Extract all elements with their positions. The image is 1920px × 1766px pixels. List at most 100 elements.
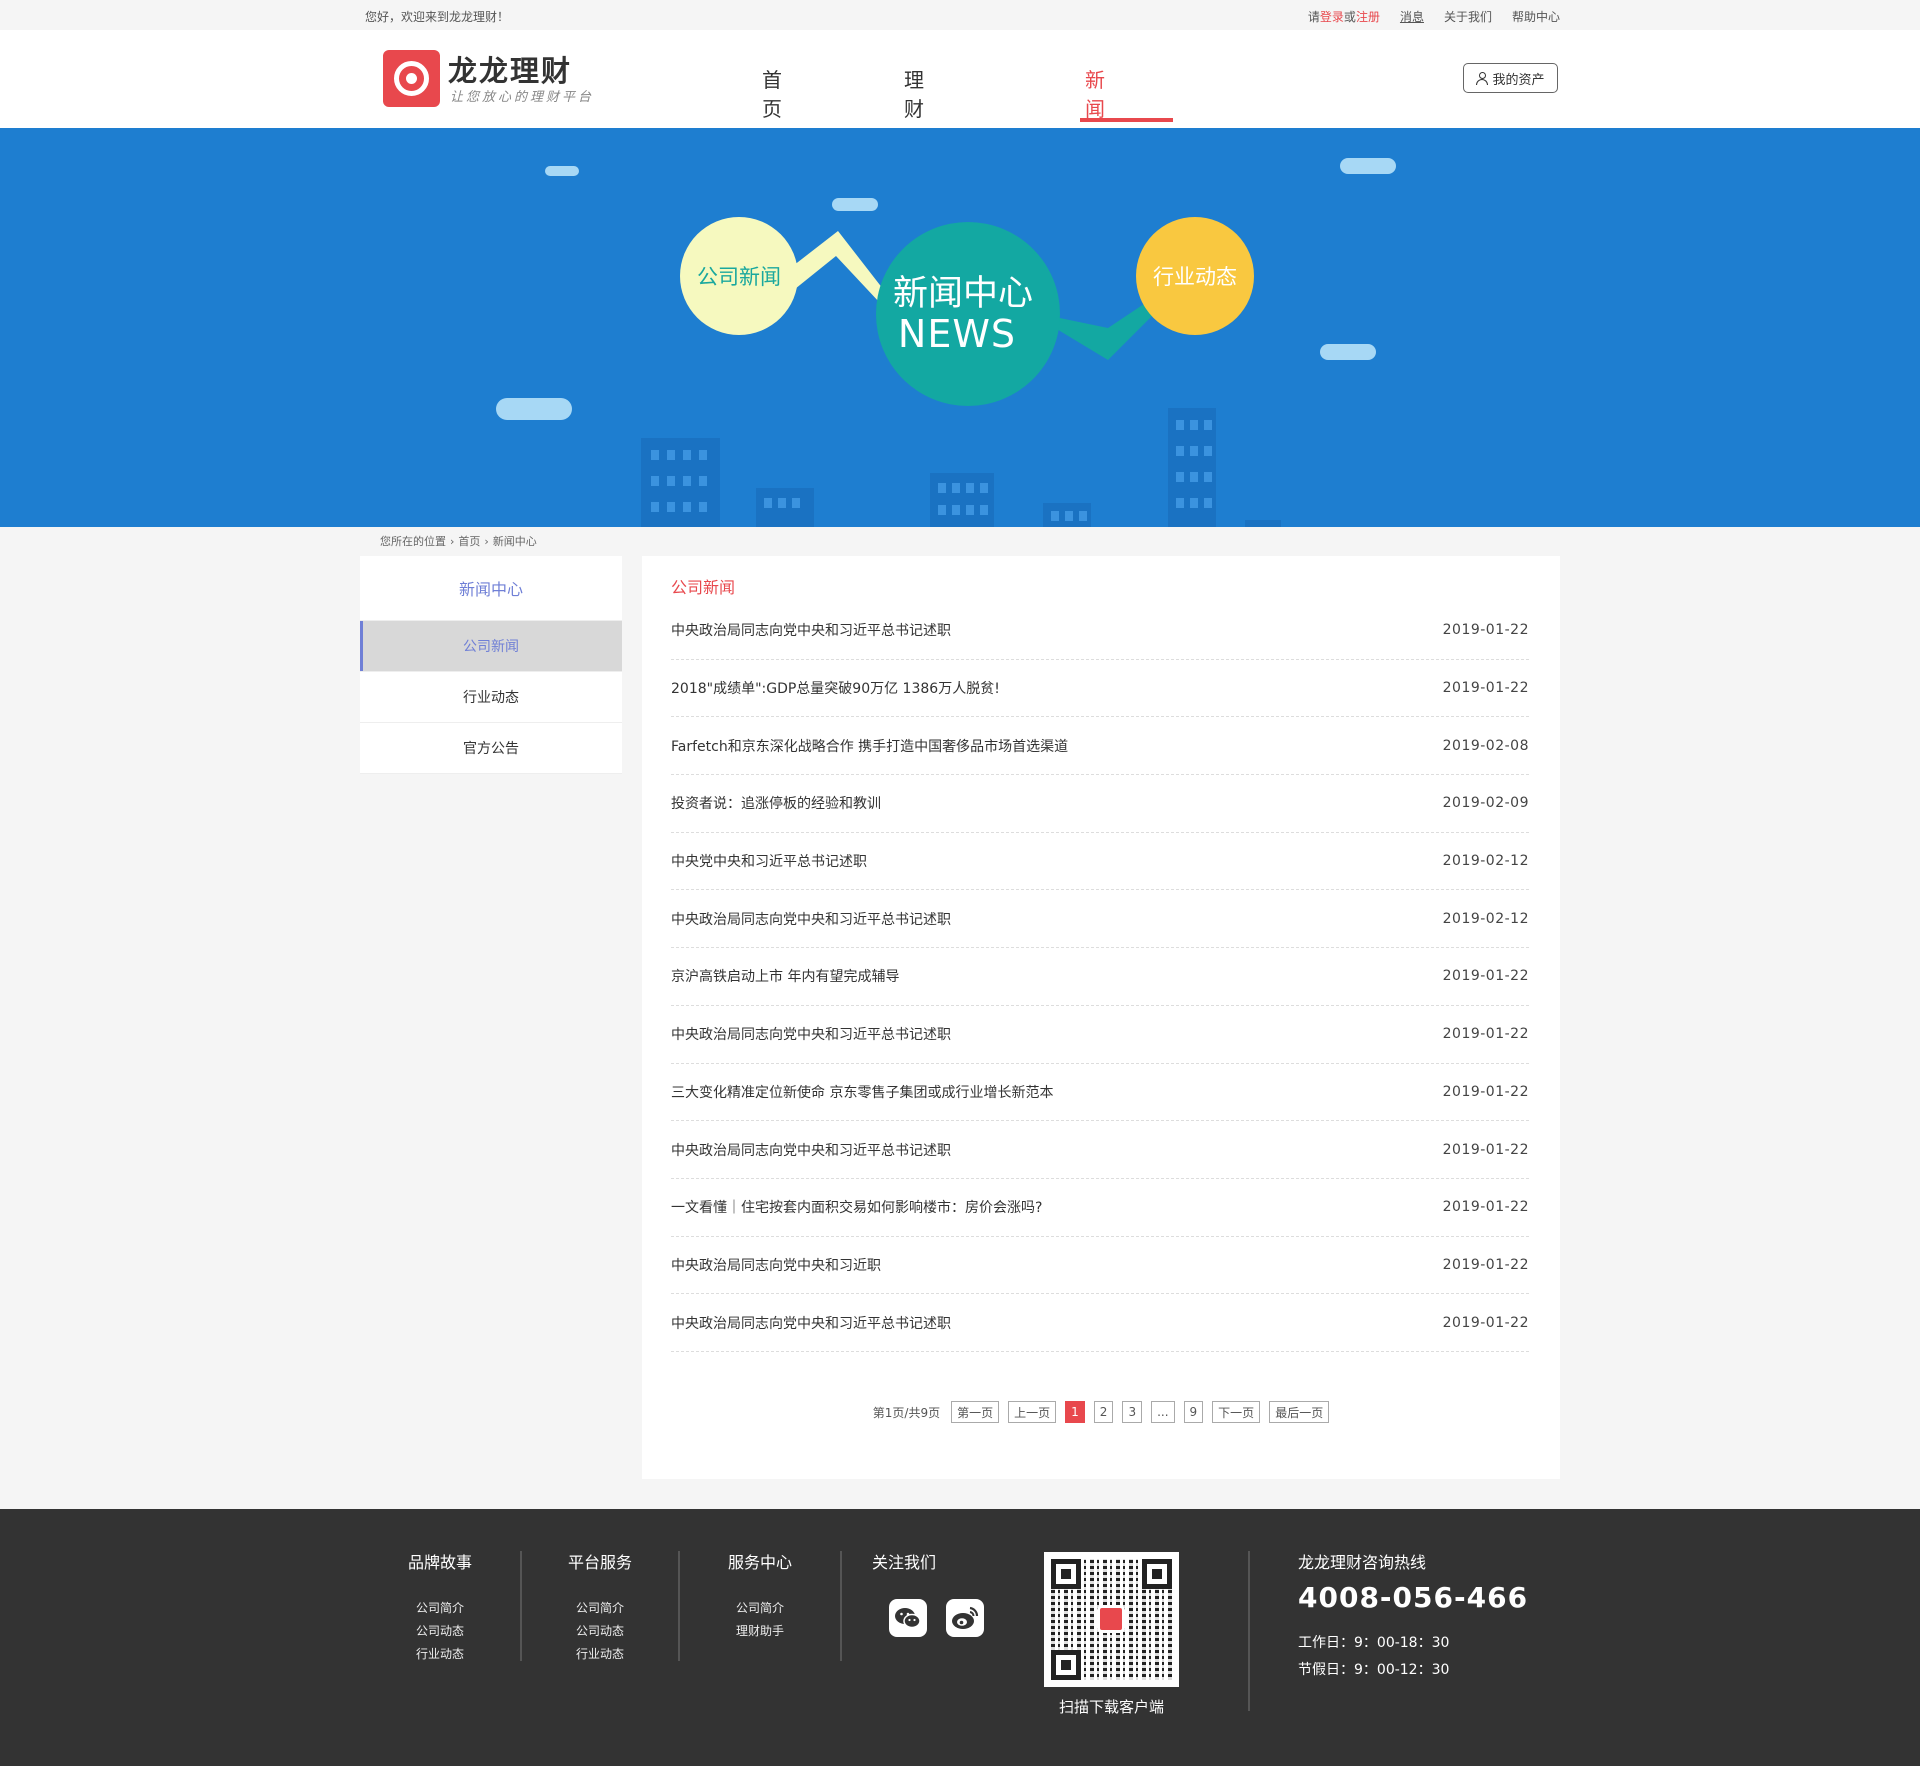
page-button-2[interactable]: 2	[1093, 1401, 1114, 1423]
nav-active-indicator	[1080, 118, 1173, 122]
news-date: 2019-02-12	[1442, 853, 1529, 870]
page-button-9[interactable]: 9	[1183, 1401, 1204, 1423]
footer-link[interactable]: 行业动态	[550, 1643, 650, 1666]
news-date: 2019-01-22	[1442, 1256, 1529, 1273]
news-date: 2019-01-22	[1442, 1026, 1529, 1043]
prev-page-button[interactable]: 上一页	[1008, 1401, 1057, 1423]
footer-link[interactable]: 公司简介	[710, 1597, 810, 1620]
sidebar: 新闻中心 公司新闻 行业动态 官方公告	[360, 556, 622, 774]
auth-links: 请登录或注册	[1308, 8, 1380, 25]
news-title[interactable]: 中央政治局同志向党中央和习近平总书记述职	[671, 1024, 951, 1044]
news-row[interactable]: 中央党中央和习近平总书记述职 2019-02-12	[671, 833, 1529, 891]
or-text: 或	[1343, 10, 1356, 24]
breadcrumb: 您所在的位置 › 首页 › 新闻中心	[380, 533, 537, 549]
news-center-title: 新闻中心	[892, 274, 1033, 314]
sidebar-item-company-news[interactable]: 公司新闻	[360, 621, 622, 672]
news-row[interactable]: 中央政治局同志向党中央和习近平总书记述职 2019-01-22	[671, 602, 1529, 660]
footer-col-platform: 平台服务 公司简介 公司动态 行业动态	[550, 1549, 650, 1666]
brand-name[interactable]: 龙龙理财	[448, 48, 572, 90]
news-title[interactable]: 中央政治局同志向党中央和习近职	[671, 1255, 881, 1275]
news-row[interactable]: 京沪高铁启动上市 年内有望完成辅导 2019-01-22	[671, 948, 1529, 1006]
qr-code	[1044, 1552, 1179, 1687]
news-row[interactable]: 三大变化精准定位新使命 京东零售子集团或成行业增长新范本 2019-01-22	[671, 1064, 1529, 1122]
news-title[interactable]: 京沪高铁启动上市 年内有望完成辅导	[671, 966, 899, 986]
news-row[interactable]: 一文看懂｜住宅按套内面积交易如何影响楼市：房价会涨吗? 2019-01-22	[671, 1179, 1529, 1237]
user-icon	[1476, 71, 1489, 85]
sidebar-item-announcements[interactable]: 官方公告	[360, 723, 622, 774]
footer-link[interactable]: 公司简介	[390, 1597, 490, 1620]
news-row[interactable]: 2018"成绩单":GDP总量突破90万亿 1386万人脱贫! 2019-01-2…	[671, 660, 1529, 718]
page-ellipsis: ...	[1151, 1401, 1175, 1423]
footer-link[interactable]: 公司动态	[390, 1620, 490, 1643]
page-button-3[interactable]: 3	[1122, 1401, 1143, 1423]
welcome-text: 您好，欢迎来到龙龙理财！	[365, 10, 510, 24]
footer-divider	[678, 1551, 680, 1661]
news-date: 2019-02-12	[1442, 910, 1529, 927]
sidebar-title: 新闻中心	[360, 556, 622, 621]
qr-caption: 扫描下载客户端	[1058, 1698, 1164, 1716]
page-button-1[interactable]: 1	[1065, 1401, 1085, 1423]
news-date: 2019-01-22	[1442, 968, 1529, 985]
news-date: 2019-02-09	[1442, 795, 1529, 812]
wechat-icon[interactable]	[889, 1599, 927, 1637]
top-links: 请登录或注册 消息 关于我们 帮助中心	[1308, 8, 1560, 25]
help-link[interactable]: 帮助中心	[1512, 8, 1560, 25]
next-page-button[interactable]: 下一页	[1212, 1401, 1261, 1423]
news-row[interactable]: 中央政治局同志向党中央和习近平总书记述职 2019-01-22	[671, 1294, 1529, 1352]
footer-col-follow: 关注我们	[872, 1549, 972, 1597]
hotline-number: 4008-056-466	[1298, 1581, 1529, 1614]
news-title[interactable]: 中央政治局同志向党中央和习近平总书记述职	[671, 1313, 951, 1333]
news-title[interactable]: 三大变化精准定位新使命 京东零售子集团或成行业增长新范本	[671, 1082, 1053, 1102]
news-title[interactable]: 2018"成绩单":GDP总量突破90万亿 1386万人脱贫!	[671, 678, 1000, 698]
nav-home[interactable]: 首页	[762, 64, 782, 122]
about-link[interactable]: 关于我们	[1444, 8, 1492, 25]
news-row[interactable]: 投资者说：追涨停板的经验和教训 2019-02-09	[671, 775, 1529, 833]
first-page-button[interactable]: 第一页	[951, 1401, 1000, 1423]
news-date: 2019-01-22	[1442, 1083, 1529, 1100]
page-info: 第1页/共9页	[872, 1405, 941, 1420]
footer-divider	[840, 1551, 842, 1661]
news-row[interactable]: Farfetch和京东深化战略合作 携手打造中国奢侈品市场首选渠道 2019-02…	[671, 717, 1529, 776]
last-page-button[interactable]: 最后一页	[1269, 1401, 1330, 1423]
news-title[interactable]: 一文看懂｜住宅按套内面积交易如何影响楼市：房价会涨吗?	[671, 1197, 1042, 1217]
news-title[interactable]: 中央政治局同志向党中央和习近平总书记述职	[671, 909, 951, 929]
news-title[interactable]: 中央政治局同志向党中央和习近平总书记述职	[671, 1140, 951, 1160]
news-panel: 公司新闻 中央政治局同志向党中央和习近平总书记述职 2019-01-22 2018…	[642, 556, 1560, 1479]
news-row[interactable]: 中央政治局同志向党中央和习近平总书记述职 2019-01-22	[671, 1006, 1529, 1064]
footer-col-brand: 品牌故事 公司简介 公司动态 行业动态	[390, 1549, 490, 1666]
footer-heading: 平台服务	[567, 1553, 632, 1572]
brand-slogan: 让您放心的理财平台	[450, 90, 595, 105]
news-date: 2019-01-22	[1442, 1199, 1529, 1216]
my-assets-button[interactable]: 我的资产	[1463, 63, 1558, 93]
news-title[interactable]: 中央政治局同志向党中央和习近平总书记述职	[671, 620, 951, 640]
news-list: 中央政治局同志向党中央和习近平总书记述职 2019-01-22 2018"成绩单"…	[671, 602, 1529, 1352]
pagination: 第1页/共9页 第一页 上一页 1 2 3 ... 9 下一页 最后一页	[642, 1401, 1560, 1423]
logo-icon[interactable]	[383, 50, 440, 107]
footer-divider	[1248, 1551, 1250, 1711]
footer-link[interactable]: 理财助手	[710, 1620, 810, 1643]
news-date: 2019-01-22	[1442, 680, 1529, 697]
news-row[interactable]: 中央政治局同志向党中央和习近平总书记述职 2019-02-12	[671, 890, 1529, 949]
footer-link[interactable]: 公司简介	[550, 1597, 650, 1620]
message-link[interactable]: 消息	[1400, 8, 1424, 25]
news-date: 2019-01-22	[1442, 1141, 1529, 1158]
breadcrumb-current: 新闻中心	[492, 535, 537, 548]
holiday-hours: 节假日：9：00-12：30	[1298, 1662, 1450, 1678]
hotline-title: 龙龙理财咨询热线	[1298, 1553, 1427, 1572]
news-row[interactable]: 中央政治局同志向党中央和习近职 2019-01-22	[671, 1237, 1529, 1295]
login-link[interactable]: 登录	[1320, 10, 1344, 24]
working-hours: 工作日：9：00-18：30 节假日：9：00-12：30	[1298, 1630, 1449, 1684]
news-row[interactable]: 中央政治局同志向党中央和习近平总书记述职 2019-01-22	[671, 1121, 1529, 1179]
breadcrumb-home[interactable]: 首页	[458, 533, 480, 549]
weibo-icon[interactable]	[946, 1599, 984, 1637]
register-link[interactable]: 注册	[1356, 10, 1380, 24]
footer-link[interactable]: 行业动态	[390, 1643, 490, 1666]
news-title[interactable]: Farfetch和京东深化战略合作 携手打造中国奢侈品市场首选渠道	[671, 736, 1068, 756]
news-title[interactable]: 中央党中央和习近平总书记述职	[671, 851, 867, 871]
sidebar-item-industry-news[interactable]: 行业动态	[360, 672, 622, 723]
footer-divider	[520, 1551, 522, 1661]
footer-link[interactable]: 公司动态	[550, 1620, 650, 1643]
news-title[interactable]: 投资者说：追涨停板的经验和教训	[671, 793, 881, 813]
industry-news-bubble: 行业动态	[1136, 217, 1254, 335]
please-text: 请	[1307, 10, 1320, 24]
